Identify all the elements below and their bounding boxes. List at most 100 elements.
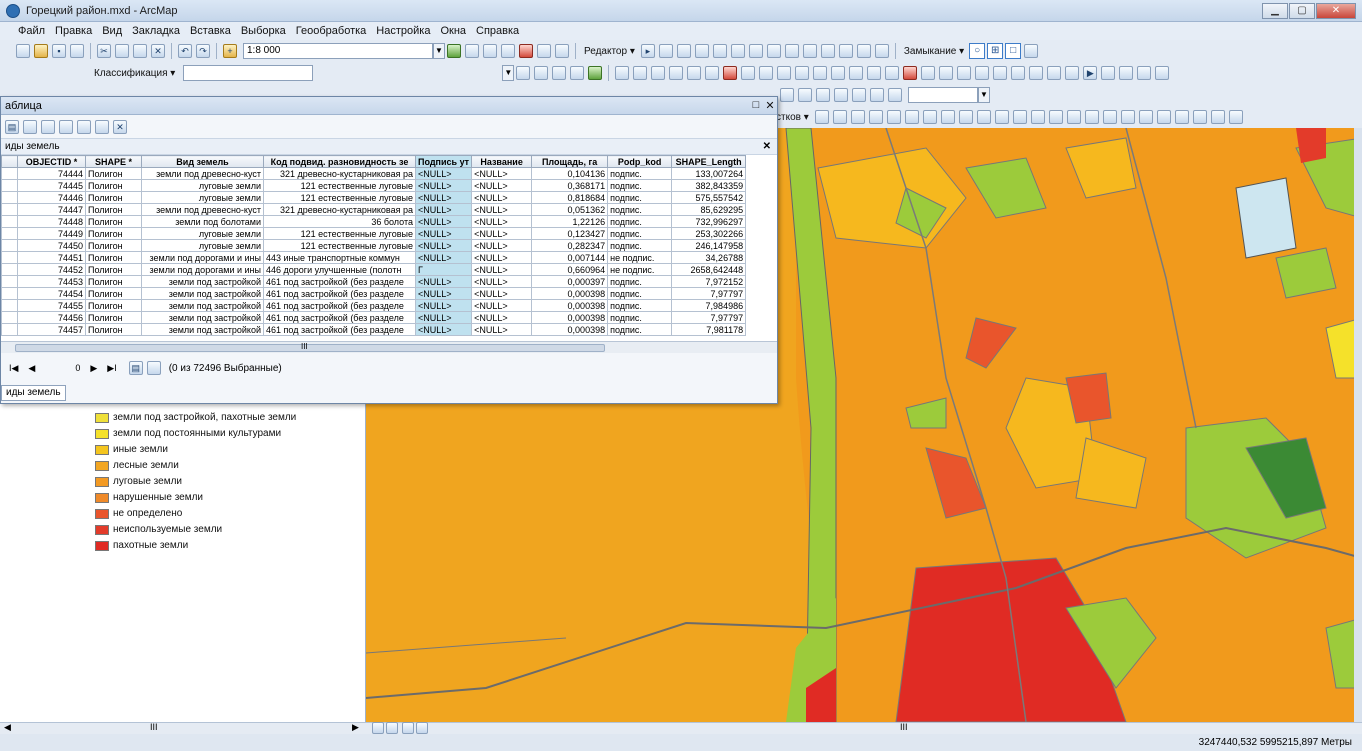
delete-icon[interactable]: ✕ (151, 44, 165, 58)
attribute-grid[interactable]: OBJECTID * SHAPE * Вид земель Код подвид… (1, 155, 777, 341)
play-icon[interactable]: ▶ (1083, 66, 1098, 80)
measure-tool-icon[interactable] (759, 66, 774, 80)
straight-segment-icon[interactable] (676, 44, 691, 58)
editor-toolbar-icon[interactable] (447, 44, 461, 58)
chevron-down-icon[interactable]: ▼ (433, 43, 445, 59)
table-row[interactable]: 74451 Полигон земли под дорогами и ины 443 … (1, 251, 747, 264)
chevron-down-icon[interactable]: ▼ (978, 87, 990, 103)
close-button[interactable]: ✕ (1316, 3, 1356, 19)
row-selector[interactable] (1, 227, 18, 240)
table-row[interactable]: 74455 Полигон земли под застройкой 461 под … (1, 299, 747, 312)
table-row[interactable]: 74444 Полигон земли под древесно-куст 321 д… (1, 167, 747, 180)
table-row[interactable]: 74446 Полигон луговые земли 121 естественны… (1, 191, 747, 204)
catalog-icon[interactable] (483, 44, 497, 58)
statistics-icon[interactable] (1048, 110, 1063, 124)
data-frame-icon[interactable] (1210, 110, 1225, 124)
table-row[interactable]: 74456 Полигон земли под застройкой 461 под … (1, 311, 747, 324)
row-selector[interactable] (1, 251, 18, 264)
print-map-icon[interactable] (1120, 110, 1135, 124)
next-record-icon[interactable]: ▶ (90, 363, 97, 374)
end-snapping-icon[interactable]: ⊞ (987, 43, 1004, 59)
generalize-icon[interactable] (921, 66, 936, 80)
join-icon[interactable] (1066, 110, 1081, 124)
georef-tool-icon[interactable] (777, 66, 792, 80)
report-icon[interactable] (1155, 66, 1170, 80)
sketch-properties-icon[interactable] (856, 44, 871, 58)
table-row[interactable]: 74445 Полигон луговые земли 121 естественны… (1, 179, 747, 192)
menu-help[interactable]: Справка (476, 25, 519, 37)
show-selected-records-icon[interactable] (146, 361, 161, 375)
export-icon[interactable] (1102, 110, 1117, 124)
menu-insert[interactable]: Вставка (190, 25, 231, 37)
search-window-icon[interactable] (501, 44, 515, 58)
maximize-button[interactable]: ▢ (1289, 3, 1315, 19)
row-selector[interactable] (1, 299, 18, 312)
first-record-icon[interactable]: I◀ (9, 363, 18, 374)
find-icon[interactable] (886, 110, 901, 124)
trace-icon[interactable] (712, 44, 727, 58)
table-window-titlebar[interactable]: аблица □ ✕ (1, 97, 777, 115)
record-number[interactable]: 0 (75, 363, 80, 373)
menu-file[interactable]: Файл (18, 25, 45, 37)
identify-icon[interactable] (588, 66, 603, 80)
draw-curve-icon[interactable] (798, 88, 812, 102)
draw-line-icon[interactable] (780, 88, 794, 102)
buffer-icon[interactable] (993, 66, 1008, 80)
menu-view[interactable]: Вид (102, 25, 122, 37)
print-icon[interactable] (70, 44, 84, 58)
cartography-icon[interactable] (1228, 110, 1243, 124)
add-data-icon[interactable]: + (223, 44, 237, 58)
row-selector[interactable] (1, 323, 18, 336)
column-header-area[interactable]: Площадь, га (531, 155, 609, 168)
open-folder-icon[interactable] (34, 44, 48, 58)
clear-selection-icon[interactable] (77, 119, 91, 134)
layout-icon[interactable] (1138, 110, 1153, 124)
map-scale-input[interactable]: 1:8 000 (243, 43, 433, 59)
delete-selected-icon[interactable]: ✕ (113, 119, 127, 134)
menu-edit[interactable]: Правка (55, 25, 92, 37)
classification-menu[interactable]: Классификация ▾ (94, 68, 175, 79)
refresh-icon[interactable] (402, 722, 414, 734)
close-icon[interactable]: ✕ (763, 141, 771, 152)
save-icon[interactable]: ▪ (52, 44, 66, 58)
chevron-down-icon[interactable]: ▼ (502, 65, 515, 81)
column-header-land-type[interactable]: Вид земель (141, 155, 264, 168)
undo-icon[interactable]: ↶ (178, 44, 192, 58)
table-row[interactable]: 74448 Полигон земли под болотами 36 болота <… (1, 215, 747, 228)
split-tool-icon[interactable] (802, 44, 817, 58)
time-slider-icon[interactable] (940, 110, 955, 124)
reshape-feature-icon[interactable] (766, 44, 781, 58)
labels-icon[interactable] (1174, 110, 1189, 124)
table-tab[interactable]: иды земель (1, 385, 66, 401)
row-selector[interactable] (1, 191, 18, 204)
new-document-icon[interactable] (16, 44, 30, 58)
column-header-shape-length[interactable]: SHAPE_Length (671, 155, 747, 168)
edit-vertices-icon[interactable] (748, 44, 763, 58)
union-icon[interactable] (1047, 66, 1062, 80)
column-header-shape[interactable]: SHAPE * (85, 155, 142, 168)
step-icon[interactable] (1101, 66, 1116, 80)
column-header-subtype-code[interactable]: Код подвид. разновидность зе (263, 155, 416, 168)
menu-windows[interactable]: Окна (440, 25, 466, 37)
graphics-icon[interactable] (1156, 110, 1171, 124)
copy-icon[interactable] (115, 44, 129, 58)
table-row[interactable]: 74452 Полигон земли под дорогами и ины 446 … (1, 263, 747, 276)
validate-icon[interactable] (813, 66, 828, 80)
table-icon[interactable] (994, 110, 1009, 124)
line-tool-icon[interactable] (615, 66, 630, 80)
dissolve-icon[interactable] (1011, 66, 1026, 80)
table-row[interactable]: 74449 Полигон луговые земли 121 естественны… (1, 227, 747, 240)
bezier-tool-icon[interactable] (705, 66, 720, 80)
map-vertical-scrollbar[interactable] (1354, 128, 1362, 722)
trace-tool-icon[interactable] (687, 66, 702, 80)
close-icon[interactable]: ✕ (763, 99, 777, 112)
rotate-tool-icon[interactable] (820, 44, 835, 58)
pause-drawing-icon[interactable] (416, 722, 428, 734)
menu-selection[interactable]: Выборка (241, 25, 286, 37)
field-calculator-icon[interactable] (1030, 110, 1045, 124)
attributes-table-icon[interactable] (1012, 110, 1027, 124)
model-builder-icon[interactable] (555, 44, 569, 58)
densify-icon[interactable] (957, 66, 972, 80)
training-sample-icon[interactable] (516, 66, 531, 80)
row-selector[interactable] (1, 203, 18, 216)
